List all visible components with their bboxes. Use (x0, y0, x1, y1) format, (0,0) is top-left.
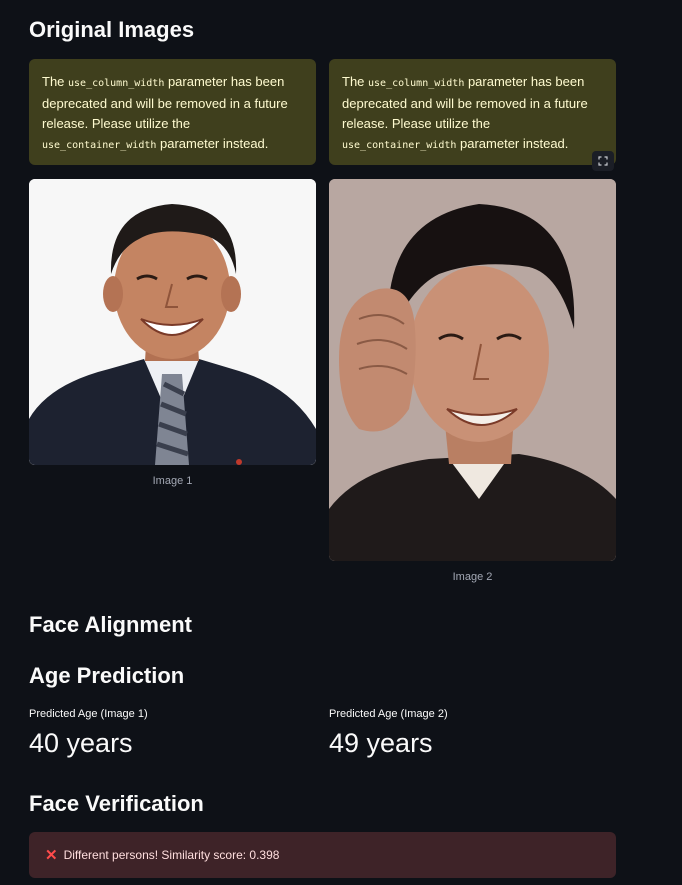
image-1-caption: Image 1 (152, 475, 193, 487)
image-2-caption: Image 2 (452, 571, 493, 583)
fullscreen-button[interactable] (592, 151, 614, 171)
app-main: Original Images The use_column_width par… (0, 0, 682, 885)
warning-text-pre: The (42, 74, 69, 89)
metric-label-image-1: Predicted Age (Image 1) (29, 708, 148, 720)
metric-value-image-1: 40 years (29, 728, 133, 758)
metric-label-image-2: Predicted Age (Image 2) (329, 708, 448, 720)
cross-mark-icon: ✕ (45, 847, 58, 864)
portrait-image-1 (29, 179, 316, 465)
portrait-image-2 (329, 179, 616, 561)
warning-code-use-container-width: use_container_width (42, 140, 157, 151)
verification-error-alert: ✕ Different persons! Similarity score: 0… (29, 832, 616, 878)
image-2[interactable] (329, 179, 616, 561)
verification-message: Different persons! Similarity score: 0.3… (63, 848, 280, 862)
warning-code-use-container-width: use_container_width (342, 140, 457, 151)
warning-text-post: parameter instead. (156, 136, 269, 151)
warning-text-pre: The (342, 74, 369, 89)
warning-code-use-column-width: use_column_width (68, 78, 165, 89)
deprecation-warning-1: The use_column_width parameter has been … (29, 59, 316, 165)
metric-value-image-2: 49 years (329, 728, 433, 758)
expand-icon (598, 156, 608, 166)
section-title-original-images: Original Images (29, 17, 195, 42)
section-title-face-verification: Face Verification (29, 791, 204, 816)
deprecation-warning-2: The use_column_width parameter has been … (329, 59, 616, 165)
image-1[interactable] (29, 179, 316, 465)
section-title-face-alignment: Face Alignment (29, 612, 192, 637)
warning-text-post: parameter instead. (456, 136, 569, 151)
warning-code-use-column-width: use_column_width (368, 78, 465, 89)
section-title-age-prediction: Age Prediction (29, 663, 185, 688)
